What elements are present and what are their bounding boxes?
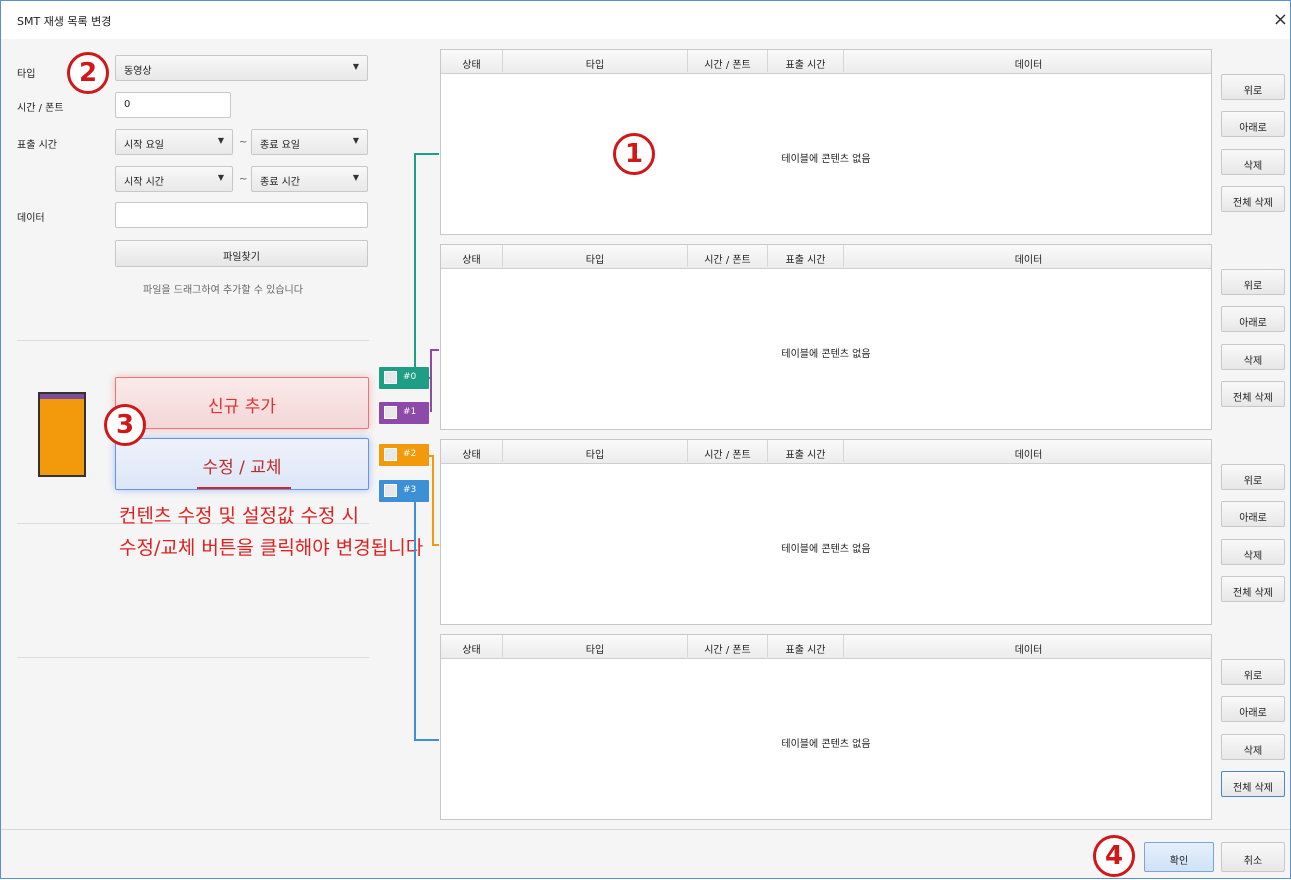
column-header[interactable]: 타입 <box>503 635 688 657</box>
delete-button[interactable]: 삭제 <box>1221 344 1285 370</box>
tag-label: #0 <box>403 372 417 382</box>
column-header[interactable]: 시간 / 폰트 <box>688 245 768 267</box>
playlist-table-0[interactable]: 상태 타입 시간 / 폰트 표출 시간 데이터 테이블에 콘텐츠 없음 <box>440 49 1212 235</box>
empty-table-message: 테이블에 콘텐츠 없음 <box>781 349 871 360</box>
tag-checkbox[interactable] <box>384 371 397 384</box>
column-header[interactable]: 상태 <box>441 50 503 72</box>
annotation-marker-4: 4 <box>1093 835 1135 877</box>
column-header[interactable]: 표출 시간 <box>768 50 844 72</box>
empty-table-message: 테이블에 콘텐츠 없음 <box>781 739 871 750</box>
move-up-button[interactable]: 위로 <box>1221 74 1285 100</box>
column-header[interactable]: 데이터 <box>844 245 1213 267</box>
column-header[interactable]: 타입 <box>503 245 688 267</box>
tag-label: #3 <box>403 485 417 495</box>
tag-label: #2 <box>403 449 417 459</box>
column-header[interactable]: 표출 시간 <box>768 245 844 267</box>
playlist-tag-3[interactable]: #3 <box>379 480 429 502</box>
column-header[interactable]: 타입 <box>503 50 688 72</box>
move-down-button[interactable]: 아래로 <box>1221 111 1285 137</box>
column-header[interactable]: 표출 시간 <box>768 440 844 462</box>
move-down-button[interactable]: 아래로 <box>1221 501 1285 527</box>
empty-table-message: 테이블에 콘텐츠 없음 <box>781 154 871 165</box>
annotation-marker-2: 2 <box>67 52 109 94</box>
table-header: 상태 타입 시간 / 폰트 표출 시간 데이터 <box>441 440 1211 464</box>
cancel-button[interactable]: 취소 <box>1221 842 1285 872</box>
move-up-button[interactable]: 위로 <box>1221 659 1285 685</box>
playlist-table-1[interactable]: 상태 타입 시간 / 폰트 표출 시간 데이터 테이블에 콘텐츠 없음 <box>440 244 1212 430</box>
empty-table-message: 테이블에 콘텐츠 없음 <box>781 544 871 555</box>
delete-all-button[interactable]: 전체 삭제 <box>1221 576 1285 602</box>
column-header[interactable]: 상태 <box>441 440 503 462</box>
table-header: 상태 타입 시간 / 폰트 표출 시간 데이터 <box>441 50 1211 74</box>
move-down-button[interactable]: 아래로 <box>1221 696 1285 722</box>
delete-button[interactable]: 삭제 <box>1221 734 1285 760</box>
column-header[interactable]: 데이터 <box>844 50 1213 72</box>
column-header[interactable]: 타입 <box>503 440 688 462</box>
annotation-marker-1: 1 <box>613 133 655 175</box>
move-up-button[interactable]: 위로 <box>1221 269 1285 295</box>
delete-all-button[interactable]: 전체 삭제 <box>1221 771 1285 797</box>
playlist-table-2[interactable]: 상태 타입 시간 / 폰트 표출 시간 데이터 테이블에 콘텐츠 없음 <box>440 439 1212 625</box>
column-header[interactable]: 시간 / 폰트 <box>688 440 768 462</box>
playlist-table-3[interactable]: 상태 타입 시간 / 폰트 표출 시간 데이터 테이블에 콘텐츠 없음 <box>440 634 1212 820</box>
playlist-tag-2[interactable]: #2 <box>379 444 429 466</box>
column-header[interactable]: 표출 시간 <box>768 635 844 657</box>
tag-checkbox[interactable] <box>384 448 397 461</box>
delete-all-button[interactable]: 전체 삭제 <box>1221 381 1285 407</box>
move-down-button[interactable]: 아래로 <box>1221 306 1285 332</box>
delete-button[interactable]: 삭제 <box>1221 149 1285 175</box>
playlist-edit-dialog: SMT 재생 목록 변경 × 타입 동영상 ▼ 시간 / 폰트 0 표출 시간 … <box>0 0 1291 879</box>
column-header[interactable]: 데이터 <box>844 440 1213 462</box>
footer-divider <box>1 829 1290 830</box>
column-header[interactable]: 상태 <box>441 245 503 267</box>
annotation-marker-3: 3 <box>104 404 146 446</box>
column-header[interactable]: 시간 / 폰트 <box>688 50 768 72</box>
table-header: 상태 타입 시간 / 폰트 표출 시간 데이터 <box>441 635 1211 659</box>
playlist-tag-1[interactable]: #1 <box>379 402 429 424</box>
column-header[interactable]: 데이터 <box>844 635 1213 657</box>
ok-button[interactable]: 확인 <box>1144 842 1214 872</box>
playlist-tag-0[interactable]: #0 <box>379 367 429 389</box>
move-up-button[interactable]: 위로 <box>1221 464 1285 490</box>
table-header: 상태 타입 시간 / 폰트 표출 시간 데이터 <box>441 245 1211 269</box>
delete-all-button[interactable]: 전체 삭제 <box>1221 186 1285 212</box>
tag-label: #1 <box>403 407 417 417</box>
tag-checkbox[interactable] <box>384 406 397 419</box>
delete-button[interactable]: 삭제 <box>1221 539 1285 565</box>
column-header[interactable]: 시간 / 폰트 <box>688 635 768 657</box>
tag-checkbox[interactable] <box>384 484 397 497</box>
column-header[interactable]: 상태 <box>441 635 503 657</box>
